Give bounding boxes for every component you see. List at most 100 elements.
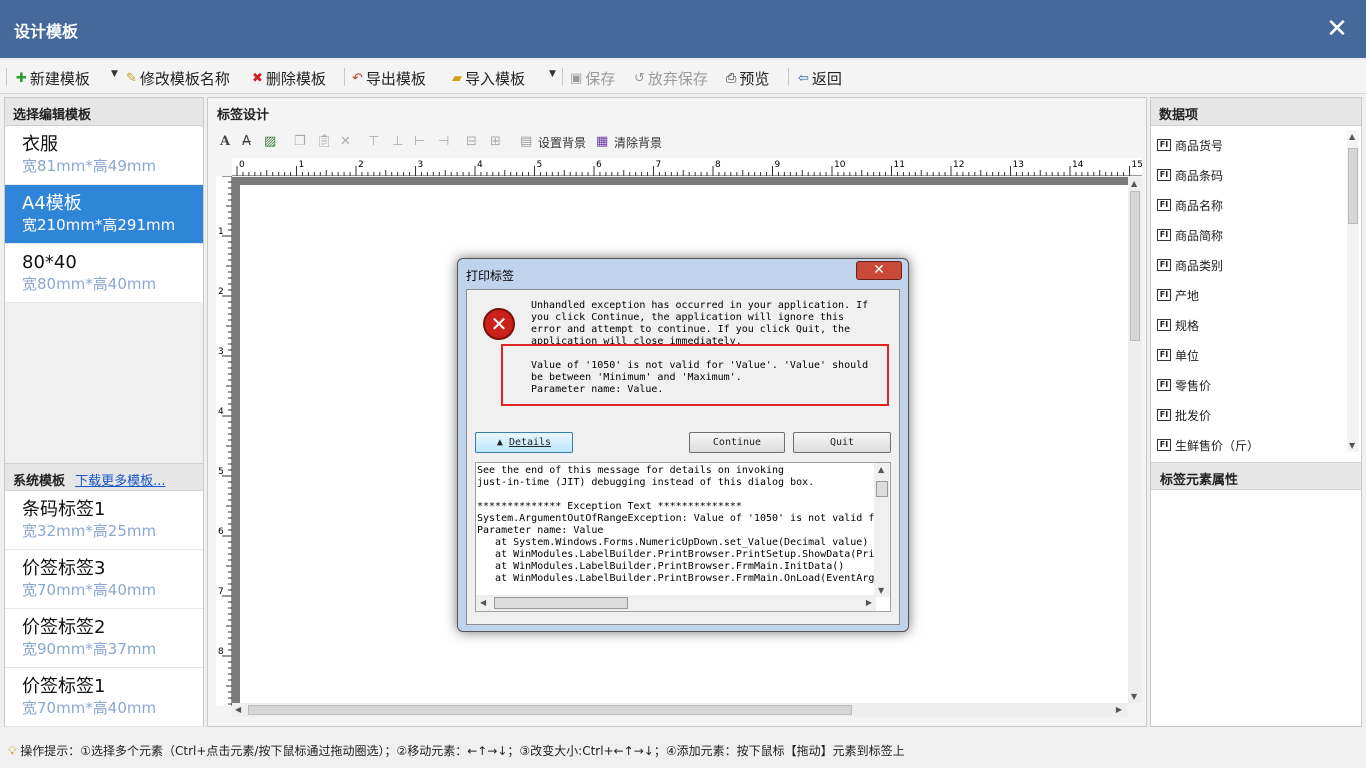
pencil-icon: ✎ [126, 71, 137, 86]
plus-icon: ✚ [16, 71, 27, 86]
delete-icon[interactable]: ✕ [340, 134, 351, 149]
align-left-icon[interactable]: ⊢ [414, 134, 425, 149]
canvas-vertical-scrollbar[interactable]: ▲ ▼ [1128, 177, 1142, 703]
data-item[interactable]: FI 批发价 [1151, 400, 1347, 430]
back-button[interactable]: ⇦ 返回 [798, 68, 842, 89]
exit-icon: ⇦ [798, 71, 809, 86]
clear-background-icon[interactable]: ▦ [596, 134, 608, 149]
clear-background-button[interactable]: 清除背景 [614, 134, 662, 151]
system-template-item[interactable]: 价签标签3 宽70mm*高40mm [5, 550, 203, 609]
scroll-thumb[interactable] [1348, 148, 1358, 224]
data-item[interactable]: FI 商品简称 [1151, 220, 1347, 250]
template-name: 价签标签3 [22, 558, 106, 579]
template-list-heading: 选择编辑模板 [5, 98, 203, 126]
quit-button[interactable]: Quit [793, 432, 891, 453]
data-item[interactable]: FI 产地 [1151, 280, 1347, 310]
data-item[interactable]: FI 商品条码 [1151, 160, 1347, 190]
new-template-dropdown-icon[interactable]: ▼ [111, 69, 118, 79]
scroll-thumb[interactable] [494, 597, 628, 609]
save-button[interactable]: ▣ 保存 [570, 68, 615, 89]
data-item[interactable]: FI 商品货号 [1151, 130, 1347, 160]
font-color-icon[interactable]: A̶ [242, 134, 251, 149]
scroll-up-icon[interactable]: ▲ [1349, 132, 1355, 141]
open-folder-icon: ▰ [452, 71, 462, 86]
ruler-label: 1 [218, 227, 224, 237]
data-item-label: 商品简称 [1175, 228, 1224, 243]
font-icon[interactable]: A [220, 134, 230, 149]
download-more-link[interactable]: 下载更多模板... [75, 474, 165, 489]
details-button[interactable]: ▲ Details [475, 432, 573, 453]
system-template-item[interactable]: 条码标签1 宽32mm*高25mm [5, 491, 203, 550]
preview-label: 预览 [739, 70, 770, 88]
export-template-label: 导出模板 [365, 70, 426, 88]
copy-icon[interactable]: ❐ [294, 134, 306, 149]
data-item[interactable]: FI 零售价 [1151, 370, 1347, 400]
vertical-ruler: 1 2 3 4 5 6 7 8 [216, 175, 232, 706]
same-size-icon[interactable]: ⊞ [490, 134, 501, 149]
scroll-left-icon[interactable]: ◀ [480, 598, 486, 607]
same-width-icon[interactable]: ⊟ [466, 134, 477, 149]
continue-button[interactable]: Continue [689, 432, 785, 453]
align-right-icon[interactable]: ⊣ [438, 134, 449, 149]
align-bottom-icon[interactable]: ⊥ [392, 134, 403, 149]
window-title: 设计模板 [14, 22, 79, 41]
paste-icon[interactable]: 📋︎ [316, 134, 333, 149]
system-template-item[interactable]: 价签标签2 宽90mm*高37mm [5, 609, 203, 668]
set-background-button[interactable]: 设置背景 [538, 134, 586, 151]
collapse-arrow-icon: ▲ [496, 437, 509, 448]
data-item[interactable]: FI 商品类别 [1151, 250, 1347, 280]
delete-template-button[interactable]: ✖ 删除模板 [252, 68, 326, 89]
scroll-down-icon[interactable]: ▼ [1131, 692, 1137, 701]
data-items-scrollbar[interactable]: ▲ ▼ [1347, 130, 1359, 452]
scroll-down-icon[interactable]: ▼ [878, 586, 884, 595]
printer-icon: ⎙ [726, 71, 737, 86]
template-size: 宽81mm*高49mm [22, 157, 157, 175]
scroll-right-icon[interactable]: ▶ [1116, 705, 1122, 714]
data-item[interactable]: FI 单位 [1151, 340, 1347, 370]
save-label: 保存 [585, 70, 616, 88]
ruler-label: 4 [218, 407, 224, 417]
system-template-item[interactable]: 价签标签1 宽70mm*高40mm [5, 668, 203, 727]
discard-save-button[interactable]: ↺ 放弃保存 [634, 68, 708, 89]
delete-x-icon: ✖ [252, 71, 263, 86]
set-background-icon[interactable]: ▤ [520, 134, 532, 149]
dialog-close-icon[interactable]: ✕ [856, 261, 902, 280]
exception-detail-message: Value of '1050' is not valid for 'Value'… [531, 360, 869, 395]
template-size: 宽210mm*高291mm [22, 216, 176, 234]
export-template-button[interactable]: ↶ 导出模板 [352, 68, 426, 89]
import-template-button[interactable]: ▰ 导入模板 [452, 68, 525, 89]
data-item[interactable]: FI 生鲜售价（斤） [1151, 430, 1347, 452]
template-item[interactable]: 80*40 宽80mm*高40mm [5, 244, 203, 303]
scroll-up-icon[interactable]: ▲ [1131, 179, 1137, 188]
operation-hint: 操作提示：①选择多个元素（Ctrl+点击元素/按下鼠标通过拖动圈选）；②移动元素… [20, 744, 905, 758]
scroll-thumb[interactable] [1130, 191, 1140, 341]
canvas-horizontal-scrollbar[interactable]: ◀ ▶ [232, 703, 1128, 717]
ruler-label: 7 [218, 587, 224, 597]
align-top-icon[interactable]: ⊤ [368, 134, 379, 149]
rename-template-button[interactable]: ✎ 修改模板名称 [126, 68, 230, 89]
data-items-list: FI 商品货号 FI 商品条码 FI 商品名称 FI 商品简称 FI 商品类别 FI 产地 … [1151, 130, 1347, 452]
data-items-panel: 数据项 FI 商品货号 FI 商品条码 FI 商品名称 FI 商品简称 FI 商品类别 F… [1150, 97, 1362, 727]
import-template-dropdown-icon[interactable]: ▼ [549, 69, 556, 79]
image-icon[interactable]: ▨ [264, 134, 276, 149]
ruler-label: 2 [218, 287, 224, 297]
scroll-up-icon[interactable]: ▲ [878, 465, 884, 474]
close-icon[interactable]: ✕ [1320, 12, 1354, 46]
data-item[interactable]: FI 规格 [1151, 310, 1347, 340]
exception-details-textbox[interactable]: See the end of this message for details … [475, 462, 891, 612]
scroll-down-icon[interactable]: ▼ [1349, 441, 1355, 450]
data-item[interactable]: FI 商品名称 [1151, 190, 1347, 220]
scroll-right-icon[interactable]: ▶ [866, 598, 872, 607]
details-vertical-scrollbar[interactable]: ▲ ▼ [874, 463, 890, 597]
data-item-label: 单位 [1175, 348, 1200, 363]
new-template-button[interactable]: ✚ 新建模板 [16, 68, 90, 89]
template-item[interactable]: 衣服 宽81mm*高49mm [5, 126, 203, 185]
template-item-selected[interactable]: A4模板 宽210mm*高291mm [5, 185, 203, 244]
scroll-thumb[interactable] [248, 705, 852, 715]
preview-button[interactable]: ⎙ 预览 [726, 68, 769, 89]
horizontal-ruler: 0 1 2 3 4 5 6 7 8 9 10 11 12 13 14 15 [232, 158, 1143, 176]
ruler-label: 5 [218, 467, 224, 477]
scroll-thumb[interactable] [876, 481, 888, 497]
details-horizontal-scrollbar[interactable]: ◀ ▶ [476, 595, 876, 611]
scroll-left-icon[interactable]: ◀ [235, 705, 241, 714]
